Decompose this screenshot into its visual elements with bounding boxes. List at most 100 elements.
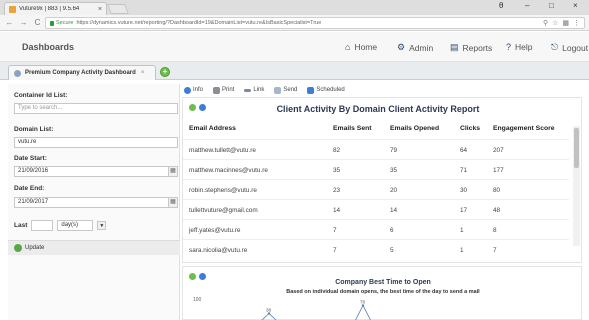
data-label: 78	[360, 299, 366, 304]
table-row[interactable]: sara.nicolia@vutu.re 7 5 1 7	[183, 239, 569, 259]
opened-cell: 14	[390, 207, 398, 214]
container-search-input[interactable]: Type to search...	[14, 103, 178, 114]
info-label: Info	[193, 87, 204, 93]
clicks-cell: 71	[460, 167, 468, 174]
opened-cell: 5	[390, 247, 394, 254]
calendar-icon[interactable]: ▦	[168, 198, 177, 207]
email-cell: jeff.yates@vutu.re	[189, 227, 241, 234]
close-tab-icon[interactable]: ×	[98, 6, 102, 13]
column-header[interactable]: Clicks	[460, 125, 480, 132]
close-window-icon[interactable]: ×	[573, 1, 578, 10]
home-icon: ⌂	[345, 42, 351, 52]
back-icon[interactable]: ←	[5, 18, 14, 27]
chevron-down-icon[interactable]: ▼	[97, 221, 107, 230]
score-cell: 48	[493, 207, 501, 214]
app-header: Dashboards ⌂ Home ⚙ Admin ▤ Reports ? He…	[0, 32, 589, 62]
profile-icon[interactable]: θ	[499, 1, 503, 10]
column-header[interactable]: Email Address	[189, 125, 236, 132]
clicks-cell: 30	[460, 187, 468, 194]
last-count-input[interactable]	[31, 220, 54, 231]
new-tab-button[interactable]	[107, 4, 129, 14]
column-header[interactable]: Emails Opened	[390, 125, 439, 132]
link-icon	[244, 88, 252, 92]
report-scrollbar[interactable]	[573, 126, 580, 246]
nav-help[interactable]: ? Help	[506, 42, 533, 52]
info-button[interactable]: Info	[184, 86, 204, 94]
page-title: Dashboards	[22, 42, 75, 52]
zoom-icon[interactable]: ⚲	[543, 19, 548, 27]
domain-list-input[interactable]: vutu.re	[14, 137, 178, 148]
browser-tab-title: Vuture9x | 883 | 9.5.64	[19, 6, 80, 12]
menu-icon[interactable]: ⋮	[573, 19, 580, 27]
opened-cell: 20	[390, 187, 398, 194]
table-row[interactable]: matthew.macinnes@vutu.re 35 35 71 177	[183, 159, 569, 179]
date-end-label: Date End:	[14, 185, 45, 192]
secure-label: Secure	[56, 20, 74, 26]
dashboard-tabbar: Premium Company Activity Dashboard × +	[0, 62, 589, 80]
nav-reports[interactable]: ▤ Reports	[450, 42, 492, 53]
score-cell: 8	[493, 227, 497, 234]
nav-logout[interactable]: ⎋ Logout	[551, 42, 588, 53]
table-row[interactable]: robin.stephens@vutu.re 23 20 30 80	[183, 179, 569, 199]
maximize-icon[interactable]: □	[549, 1, 554, 10]
score-cell: 207	[493, 147, 504, 154]
sent-cell: 35	[333, 167, 341, 174]
address-bar: ← → C Secure https://dynamics.vuture.net…	[0, 15, 589, 31]
opened-cell: 79	[390, 147, 398, 154]
date-start-value: 21/09/2016	[18, 168, 49, 174]
link-label: Link	[253, 87, 265, 93]
data-point[interactable]	[267, 312, 271, 315]
calendar-icon[interactable]: ▦	[168, 167, 177, 176]
print-icon	[213, 86, 221, 94]
send-button[interactable]: Send	[274, 86, 298, 94]
nav-admin[interactable]: ⚙ Admin	[397, 42, 433, 53]
clicks-cell: 1	[460, 227, 464, 234]
star-icon[interactable]: ☆	[552, 19, 558, 27]
email-cell: sara.nicolia@vutu.re	[189, 247, 248, 254]
send-icon	[274, 86, 282, 94]
scheduled-icon	[307, 86, 315, 94]
minimize-icon[interactable]: –	[525, 1, 529, 10]
table-row[interactable]: tullettvuture@gmail.com 14 14 17 48	[183, 199, 569, 219]
table-row[interactable]: matthew.tullett@vutu.re 82 79 64 207	[183, 139, 569, 159]
nav-help-label: Help	[515, 42, 533, 52]
email-cell: matthew.tullett@vutu.re	[189, 147, 256, 154]
help-icon: ?	[506, 42, 512, 52]
send-label: Send	[283, 87, 298, 93]
sent-cell: 7	[333, 227, 337, 234]
score-cell: 80	[493, 187, 501, 194]
reload-icon[interactable]: C	[33, 18, 42, 27]
scrollbar-thumb[interactable]	[574, 128, 579, 168]
print-button[interactable]: Print	[213, 86, 234, 94]
last-unit-select[interactable]: day(s)	[57, 220, 94, 231]
dashboard-icon	[14, 69, 21, 77]
browser-tab[interactable]: Vuture9x | 883 | 9.5.64 ×	[4, 2, 107, 15]
table-row[interactable]: jeff.yates@vutu.re 7 6 1 8	[183, 219, 569, 239]
scheduled-button[interactable]: Scheduled	[307, 86, 345, 94]
update-button[interactable]: Update	[14, 244, 44, 252]
sent-cell: 82	[333, 147, 341, 154]
url-text: https://dynamics.vuture.net/reporting/?D…	[76, 20, 322, 26]
column-header[interactable]: Engagement Score	[493, 125, 555, 132]
admin-icon: ⚙	[397, 42, 406, 52]
refresh-icon	[14, 244, 22, 252]
url-input[interactable]: Secure https://dynamics.vuture.net/repor…	[45, 17, 585, 29]
info-icon	[184, 86, 191, 94]
date-start-input[interactable]: 21/09/2016 ▦	[14, 166, 178, 177]
report-toolbar: Info Print Link Send Scheduled	[182, 84, 582, 96]
opened-cell: 6	[390, 227, 394, 234]
date-end-input[interactable]: 21/09/2017 ▦	[14, 197, 178, 208]
forward-icon[interactable]: →	[19, 18, 28, 27]
lock-icon	[50, 20, 54, 26]
column-header[interactable]: Emails Sent	[333, 125, 372, 132]
clicks-cell: 64	[460, 147, 468, 154]
link-button[interactable]: Link	[244, 87, 264, 93]
nav-home[interactable]: ⌂ Home	[345, 42, 377, 52]
add-dashboard-button[interactable]: +	[160, 67, 170, 77]
tab-premium-company-activity[interactable]: Premium Company Activity Dashboard ×	[8, 65, 156, 80]
sent-cell: 23	[333, 187, 341, 194]
email-cell: matthew.macinnes@vutu.re	[189, 167, 268, 174]
extension-icon[interactable]: ▦	[562, 19, 569, 27]
data-point[interactable]	[361, 304, 365, 307]
close-dashboard-tab-icon[interactable]: ×	[141, 70, 145, 76]
